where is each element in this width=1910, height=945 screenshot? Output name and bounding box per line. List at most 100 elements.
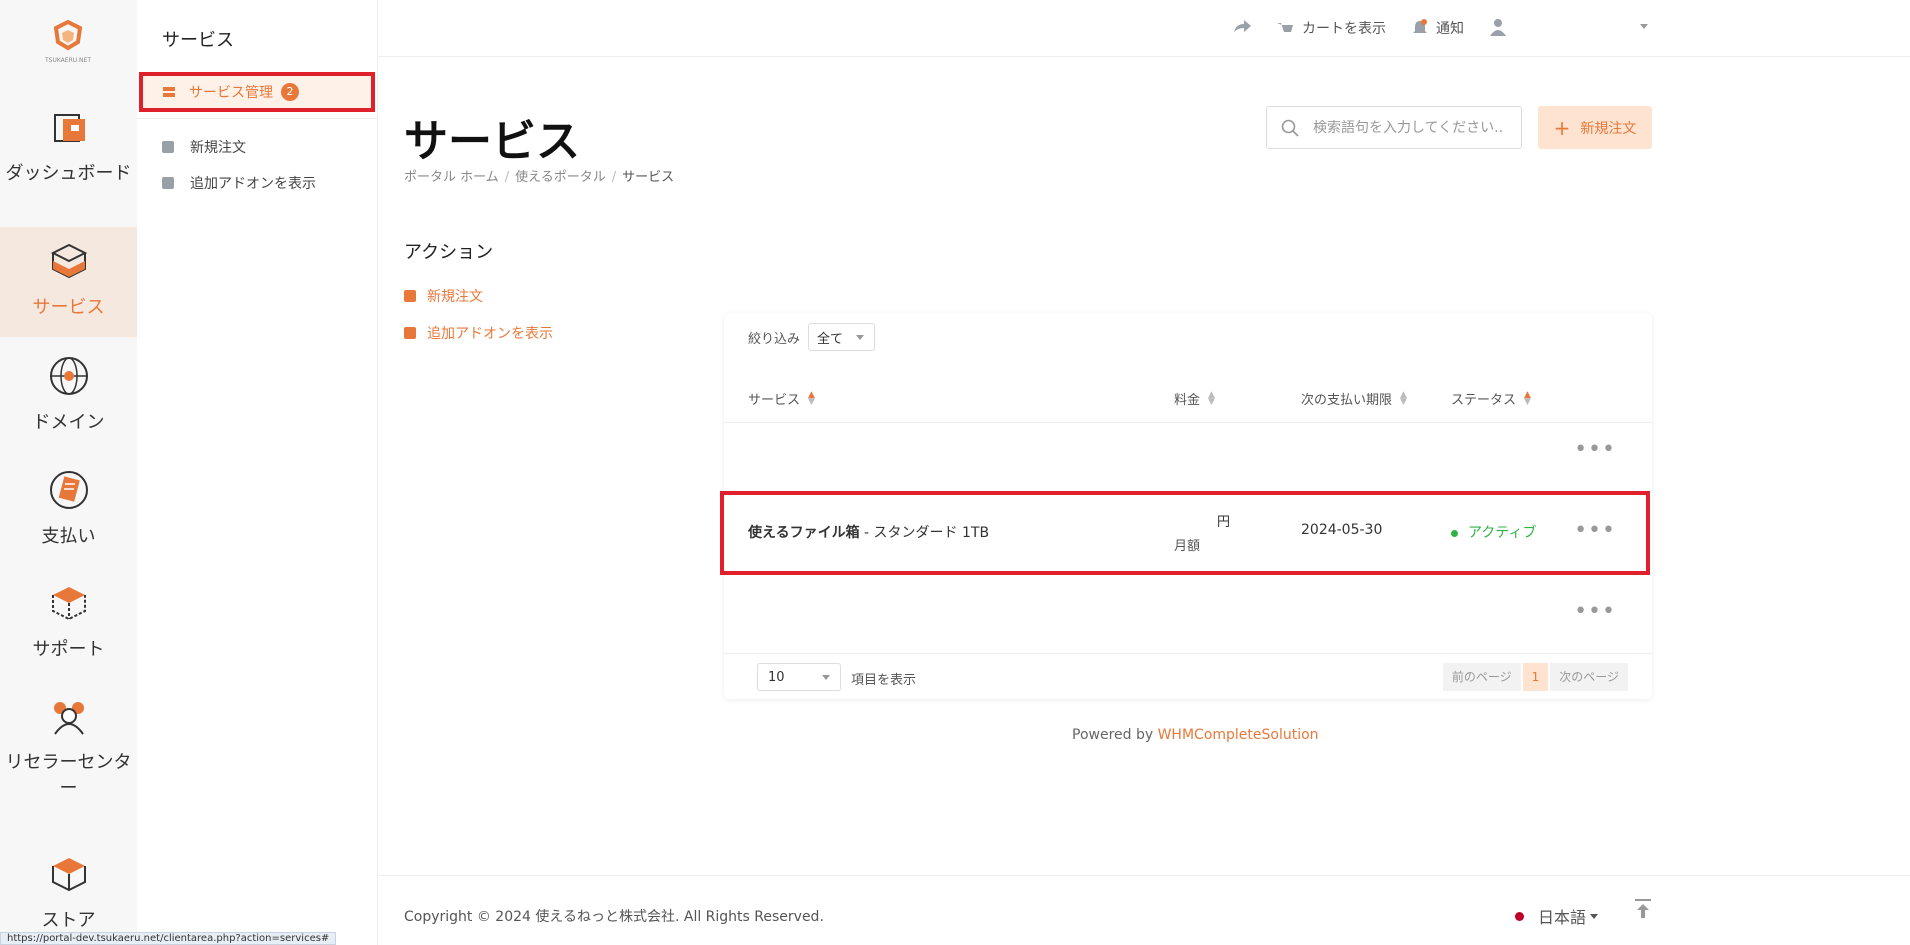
next-page-button[interactable]: 次のページ <box>1550 663 1628 691</box>
billing-cycle: 月額 <box>1174 539 1201 554</box>
filter-label: 絞り込み <box>748 331 801 347</box>
language-selector[interactable]: 日本語 <box>1515 904 1599 928</box>
per-page-value: 10 <box>768 669 785 685</box>
view-cart-label: カートを表示 <box>1302 21 1386 37</box>
column-price[interactable]: 料金 ▲ ▼ <box>1174 389 1215 408</box>
rail-item-label: 支払い <box>41 526 96 547</box>
rail-item-label: サービス <box>32 297 105 318</box>
store-icon <box>51 858 86 892</box>
status-dot-icon <box>1451 529 1458 537</box>
copyright-text: Copyright © 2024 使えるねっと株式会社. All Rights … <box>404 909 824 925</box>
back-to-top-button[interactable] <box>1634 898 1652 924</box>
company-logo[interactable]: TSUKAERU.NET <box>40 18 96 68</box>
subnav-item-label: サービス管理 <box>189 85 273 101</box>
search-input[interactable] <box>1313 119 1503 136</box>
svg-text:TSUKAERU.NET: TSUKAERU.NET <box>44 57 91 64</box>
filter-bar: 絞り込み 全て <box>748 323 876 351</box>
column-service[interactable]: サービス ▲ ▼ <box>748 389 815 408</box>
browser-status-bar: https://portal-dev.tsukaeru.net/clientar… <box>0 932 337 945</box>
rail-item-domains[interactable]: ドメイン <box>0 354 137 434</box>
column-label: 次の支払い期限 <box>1301 393 1393 408</box>
page-footer: Copyright © 2024 使えるねっと株式会社. All Rights … <box>378 875 1910 945</box>
rail-item-store[interactable]: ストア <box>0 852 137 932</box>
user-icon <box>1490 19 1506 36</box>
rail-item-label: リセラーセンター <box>5 752 132 799</box>
action-label: 追加アドオンを表示 <box>427 326 553 342</box>
prev-page-button[interactable]: 前のページ <box>1442 663 1521 691</box>
account-menu[interactable] <box>1490 18 1514 36</box>
addon-icon <box>162 177 174 189</box>
row-more-options-icon[interactable]: ••• <box>1574 599 1616 624</box>
sort-icon: ▲ ▼ <box>1400 389 1407 407</box>
action-view-addons[interactable]: 追加アドオンを表示 <box>404 323 553 343</box>
search-icon <box>1281 119 1299 137</box>
rail-item-label: サポート <box>32 639 105 660</box>
status-label: アクティブ <box>1468 525 1537 541</box>
reseller-icon <box>53 702 84 735</box>
chevron-down-icon <box>822 674 830 680</box>
subnav-item-service-management[interactable]: サービス管理 2 <box>139 72 375 112</box>
row-more-options-icon[interactable]: ••• <box>1574 518 1616 543</box>
cart-icon <box>162 141 174 153</box>
action-new-order[interactable]: 新規注文 <box>404 286 483 306</box>
row-more-options-icon[interactable]: ••• <box>1574 437 1616 462</box>
subnav-item-new-order[interactable]: 新規注文 <box>162 137 246 157</box>
filter-select[interactable]: 全て <box>808 323 876 351</box>
breadcrumb-portal[interactable]: 使えるポータル <box>515 170 606 185</box>
filter-value: 全て <box>817 331 844 347</box>
pagination: 前のページ 1 次のページ <box>1441 663 1628 691</box>
support-icon <box>51 587 86 621</box>
view-cart-button[interactable]: カートを表示 <box>1276 18 1386 38</box>
breadcrumb-current: サービス <box>622 170 675 185</box>
notifications-button[interactable]: 通知 <box>1412 18 1464 38</box>
cart-icon <box>404 290 416 302</box>
rail-item-reseller[interactable]: リセラーセンター <box>0 694 137 800</box>
column-label: 料金 <box>1174 393 1201 408</box>
action-label: 新規注文 <box>427 289 483 305</box>
product-name: 使えるファイル箱 <box>748 525 860 541</box>
rail-item-dashboard[interactable]: ダッシュボード <box>0 105 137 185</box>
whmcs-link[interactable]: WHMCompleteSolution <box>1158 727 1319 743</box>
per-page-label: 項目を表示 <box>851 673 917 688</box>
top-bar: カートを表示 通知 <box>378 0 1910 57</box>
breadcrumb-portal-home[interactable]: ポータル ホーム <box>404 170 499 185</box>
page-title: サービス <box>404 116 580 167</box>
rail-item-billing[interactable]: 支払い <box>0 468 137 548</box>
subnav-item-label: 新規注文 <box>190 140 246 156</box>
chevron-down-icon <box>1590 913 1599 919</box>
rail-item-support[interactable]: サポート <box>0 581 137 661</box>
share-button[interactable] <box>1232 18 1260 34</box>
table-footer: 10 項目を表示 前のページ 1 次のページ <box>724 653 1652 699</box>
subnav-title: サービス <box>162 30 234 51</box>
column-status[interactable]: ステータス ▲ ▼ <box>1451 389 1531 408</box>
new-order-label: 新規注文 <box>1580 120 1637 137</box>
service-name-cell[interactable]: 使えるファイル箱 - スタンダード 1TB <box>748 522 989 542</box>
per-page-select[interactable]: 10 <box>757 663 841 691</box>
actions-heading: アクション <box>404 242 494 263</box>
new-order-button[interactable]: + 新規注文 <box>1538 106 1652 149</box>
column-label: サービス <box>748 393 801 408</box>
rail-item-label: ダッシュボード <box>5 163 132 184</box>
icon-rail: TSUKAERU.NET ダッシュボード サービス ドメイン 支払い サポート … <box>0 0 137 945</box>
search-box[interactable] <box>1266 106 1522 149</box>
account-dropdown-toggle[interactable] <box>1640 24 1648 29</box>
services-icon <box>50 243 87 279</box>
server-icon <box>163 87 175 97</box>
page-1-button[interactable]: 1 <box>1522 663 1549 691</box>
services-table-card: 絞り込み 全て サービス ▲ ▼ 料金 ▲ ▼ 次の支払い期限 ▲ ▼ ステータス ▲… <box>720 313 1652 699</box>
rail-item-services[interactable]: サービス <box>0 227 137 337</box>
subnav-item-addons[interactable]: 追加アドオンを表示 <box>162 173 316 193</box>
subnav-item-label: 追加アドオンを表示 <box>190 176 316 192</box>
chevron-down-icon <box>1640 24 1648 29</box>
table-header: サービス ▲ ▼ 料金 ▲ ▼ 次の支払い期限 ▲ ▼ ステータス ▲ ▼ <box>724 377 1652 423</box>
rail-item-label: ドメイン <box>32 412 105 433</box>
japan-flag-icon <box>1515 911 1524 921</box>
sort-icon: ▲ ▼ <box>808 389 815 407</box>
breadcrumb: ポータル ホーム / 使えるポータル / サービス <box>404 170 675 185</box>
column-label: ステータス <box>1451 393 1517 408</box>
language-label: 日本語 <box>1538 908 1587 927</box>
share-icon <box>1234 20 1251 32</box>
column-next-due[interactable]: 次の支払い期限 ▲ ▼ <box>1301 389 1407 408</box>
bell-icon <box>1413 19 1427 33</box>
addon-icon <box>404 327 416 339</box>
